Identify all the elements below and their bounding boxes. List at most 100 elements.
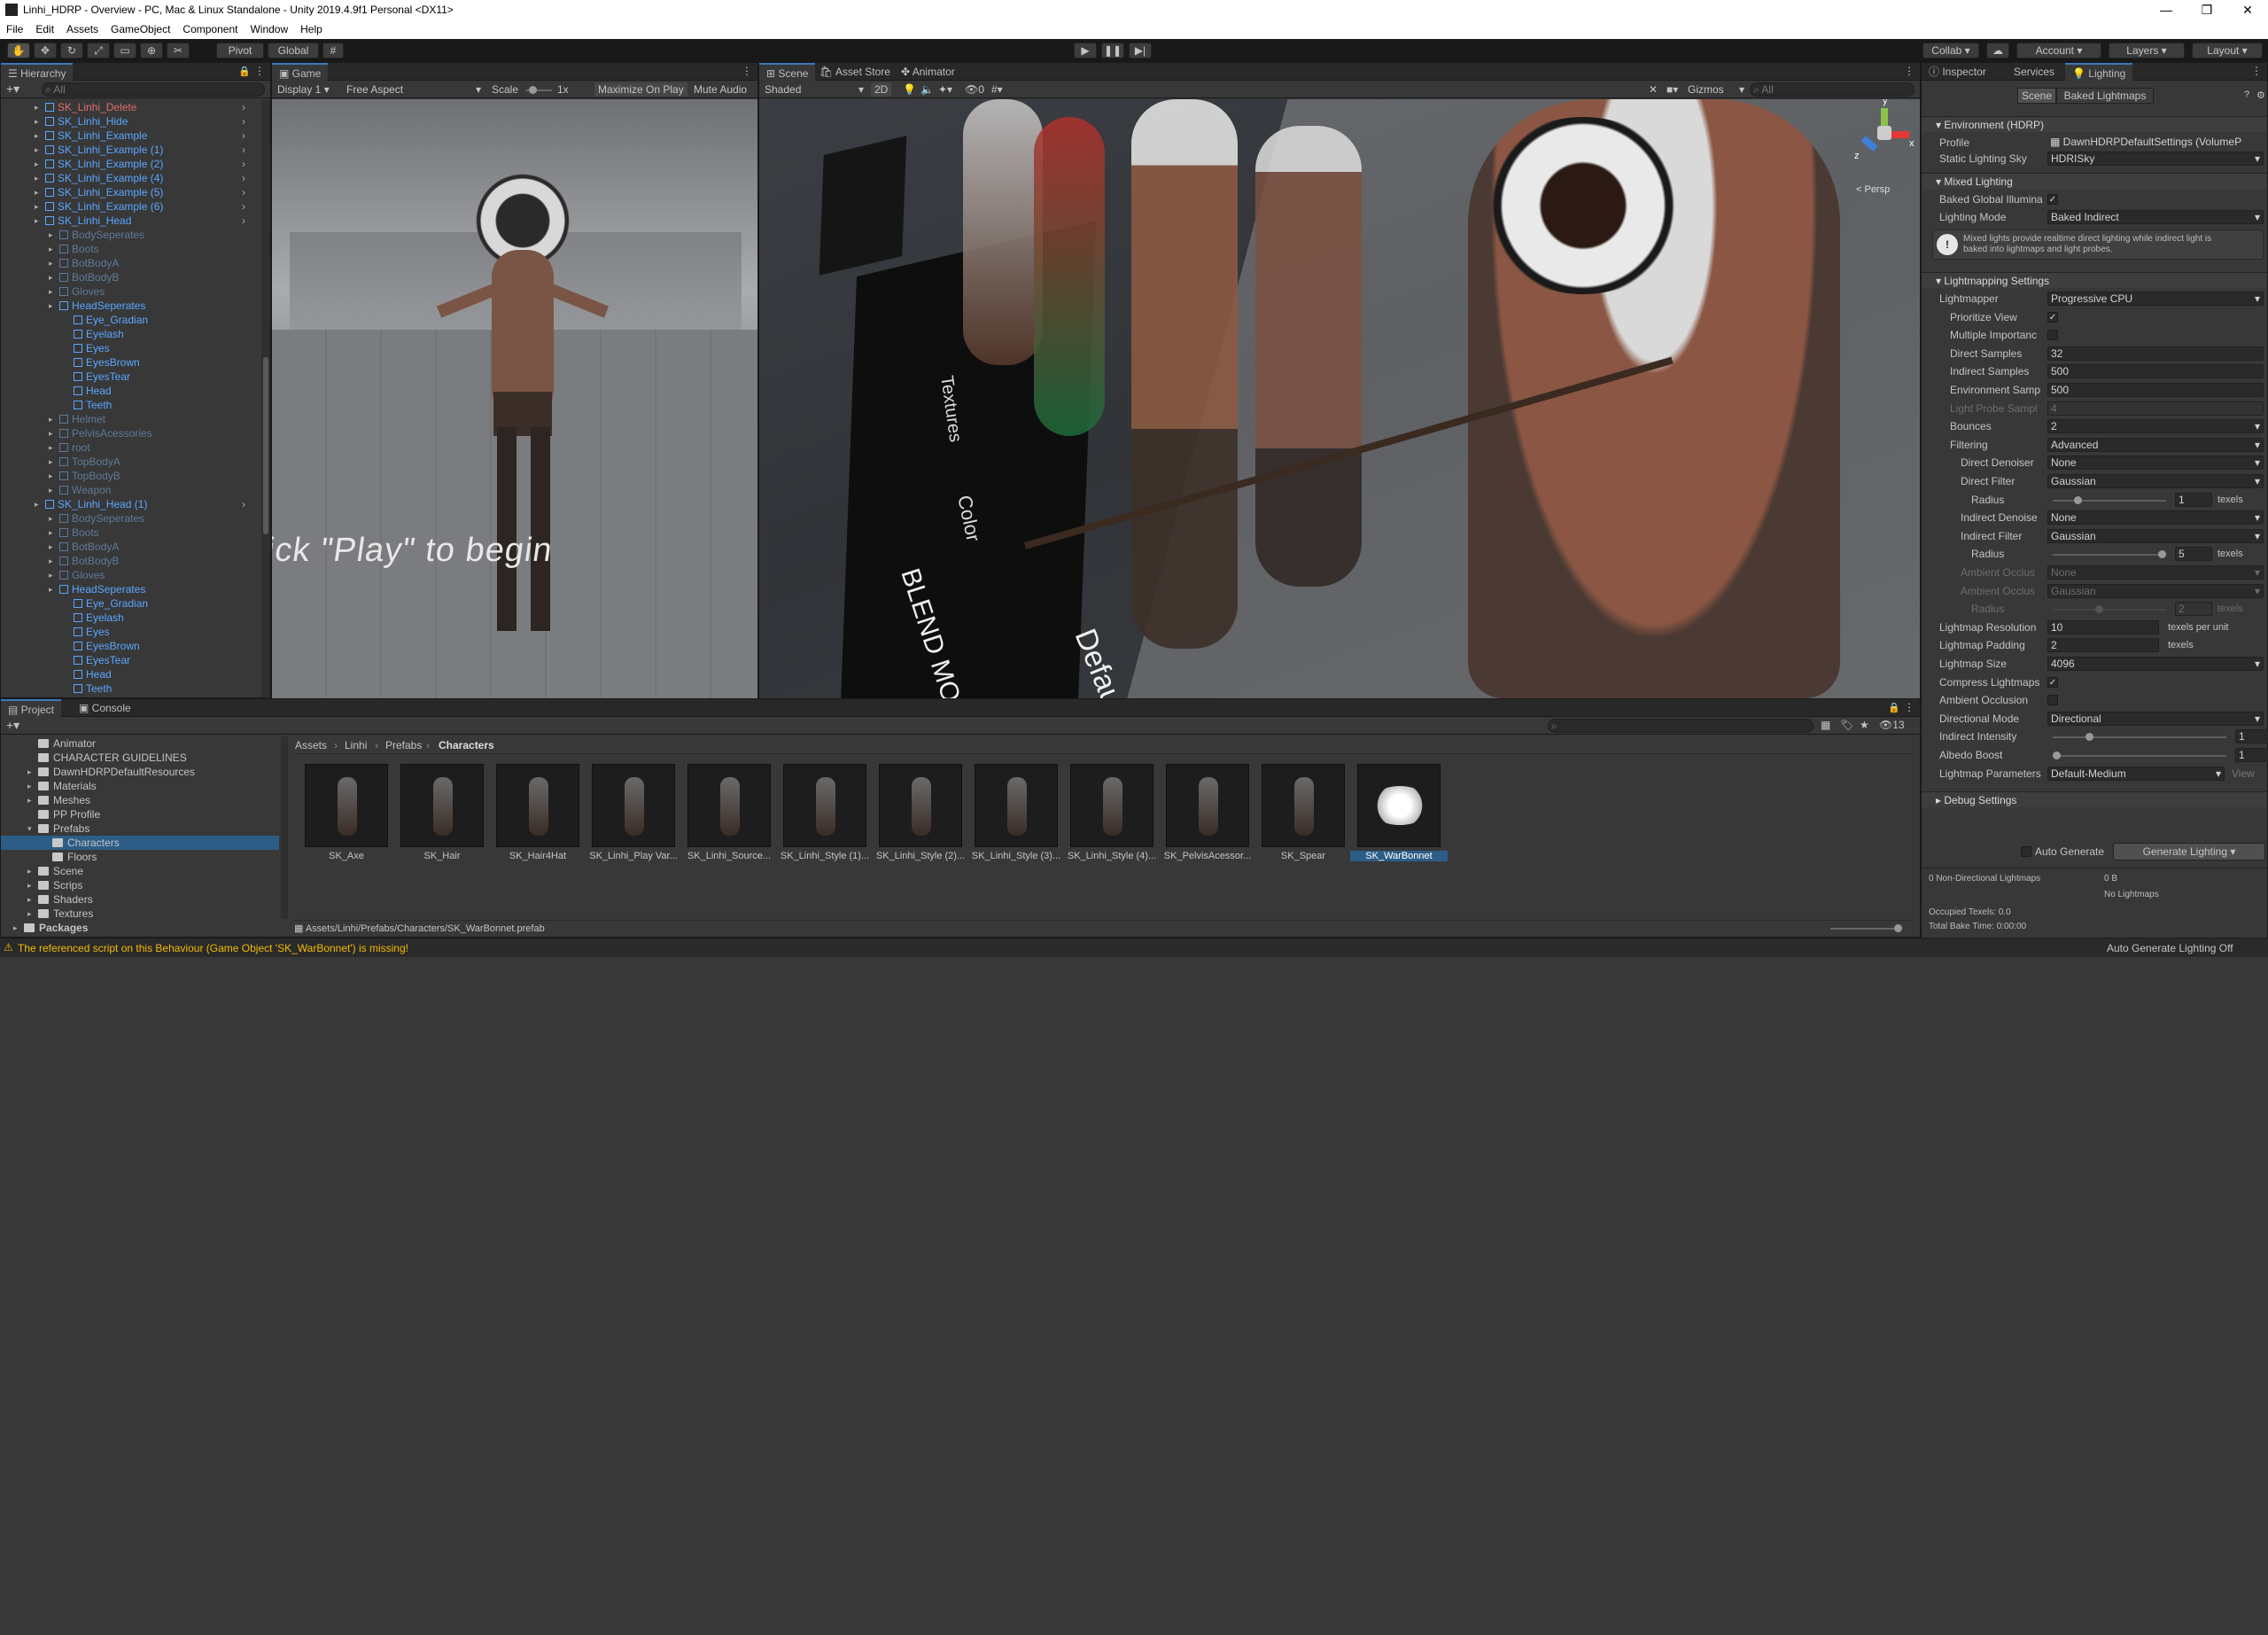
maximize-icon[interactable]: ❐ [2186,0,2227,19]
asset-thumbnail[interactable] [1166,764,1249,847]
mute-audio-toggle[interactable]: Mute Audio [694,82,747,97]
asset-thumbnail[interactable] [975,764,1058,847]
hierarchy-item[interactable]: EyesTear [1,370,258,384]
folder-item[interactable]: ▸ Meshes [1,793,279,807]
setting-slider[interactable] [2053,733,2226,742]
hierarchy-item[interactable]: ▸ Gloves [1,568,258,582]
thumbnail-size-knob[interactable] [1894,924,1902,932]
hierarchy-item[interactable]: Teeth [1,681,258,696]
menu-component[interactable]: Component [176,23,244,35]
hierarchy-item[interactable]: ▸ SK_Linhi_Head › [1,214,258,228]
expand-arrow-icon[interactable]: ▸ [49,526,58,540]
setting-input[interactable]: 500 [2047,383,2264,397]
folder-tree-scrollbar[interactable] [281,736,288,919]
setting-checkbox[interactable]: ✓ [2047,311,2058,323]
setting-input[interactable]: 4 [2047,401,2264,416]
setting-dropdown[interactable]: Gaussian ▾ [2047,474,2264,488]
hierarchy-item[interactable]: ▸ BodySeperates [1,228,258,242]
play-icon[interactable]: ▶ [1074,43,1097,58]
folder-item[interactable]: ▸ Shaders [1,892,279,907]
folder-item[interactable]: CHARACTER GUIDELINES [1,751,279,765]
breadcrumb-prefabs[interactable]: Prefabs [385,738,422,752]
expand-arrow-icon[interactable]: ▸ [27,779,36,793]
hierarchy-item[interactable]: EyesTear [1,653,258,667]
tab-game[interactable]: ▣ Game [272,63,329,81]
hierarchy-item[interactable]: ▸ SK_Linhi_Example (4) › [1,171,258,185]
expand-arrow-icon[interactable]: ▾ [27,821,36,836]
asset-thumbnail[interactable] [783,764,866,847]
tab-inspector[interactable]: ⓘ Inspector [1922,63,1993,81]
expand-arrow-icon[interactable]: ▸ [49,554,58,568]
asset-thumbnail[interactable] [592,764,675,847]
slider-value-input[interactable]: 1 [2175,492,2212,507]
hierarchy-item[interactable]: ▸ SK_Linhi_Example (6) › [1,199,258,214]
mixed-section-header[interactable]: ▾ Mixed Lighting [1922,173,2267,189]
setting-dropdown[interactable]: None ▾ [2047,455,2264,471]
folder-item[interactable]: ▸ Textures [1,907,279,921]
slider-knob[interactable] [2085,733,2094,742]
expand-arrow-icon[interactable]: ▸ [49,540,58,554]
setting-dropdown[interactable]: Progressive CPU ▾ [2047,292,2264,306]
tab-services[interactable]: Services [2007,63,2062,81]
2d-toggle[interactable]: 2D [871,82,892,97]
slider-knob[interactable] [2158,550,2166,559]
menu-edit[interactable]: Edit [29,23,60,35]
asset-thumbnail[interactable] [305,764,388,847]
audio-toggle-icon[interactable]: 🔈 [920,82,934,97]
debug-section-header[interactable]: ▸ Debug Settings [1922,791,2267,807]
hierarchy-item[interactable]: ▸ SK_Linhi_Example (1) › [1,143,258,157]
global-toggle[interactable]: Global [268,43,319,58]
effects-toggle-icon[interactable]: ✦▾ [938,82,952,97]
expand-arrow-icon[interactable]: ▸ [27,765,36,779]
open-prefab-arrow-icon[interactable]: › [242,185,245,199]
hierarchy-item[interactable]: EyesBrown [1,355,258,370]
rect-tool-icon[interactable]: ▭ [113,43,136,58]
setting-dropdown[interactable]: None ▾ [2047,510,2264,526]
expand-arrow-icon[interactable]: ▸ [27,907,36,921]
static-sky-dropdown[interactable]: HDRISky ▾ [2047,152,2264,166]
hand-tool-icon[interactable]: ✋ [7,43,30,58]
expand-arrow-icon[interactable]: ▸ [49,440,58,455]
expand-arrow-icon[interactable]: ▸ [35,143,43,157]
expand-arrow-icon[interactable]: ▸ [49,582,58,596]
expand-arrow-icon[interactable]: ▸ [49,299,58,313]
custom-tool-icon[interactable]: ✂ [167,43,190,58]
persp-label[interactable]: < Persp [1856,184,1890,195]
env-section-header[interactable]: ▾ Environment (HDRP) [1922,116,2267,132]
project-menu-icon[interactable]: ⋮ [1904,701,1915,713]
hierarchy-item[interactable]: ▸ Boots [1,242,258,256]
menu-file[interactable]: File [0,23,29,35]
setting-checkbox[interactable] [2047,695,2058,706]
create-icon[interactable]: +▾ [6,82,19,97]
setting-slider[interactable] [2053,751,2226,759]
minimize-icon[interactable]: — [2146,0,2186,19]
asset-label[interactable]: SK_Linhi_Style (3)... [967,851,1065,861]
game-viewport[interactable]: ick "Play" to begin [272,99,757,698]
hierarchy-item[interactable]: Head [1,384,258,398]
settings-icon[interactable]: ⚙ [2256,90,2265,101]
expand-arrow-icon[interactable]: ▸ [27,864,36,878]
asset-thumbnail[interactable] [1357,764,1441,847]
project-create-icon[interactable]: +▾ [6,718,19,733]
asset-thumbnail[interactable] [879,764,962,847]
open-prefab-arrow-icon[interactable]: › [242,100,245,114]
hierarchy-scroll-thumb[interactable] [263,357,268,534]
filter-type-icon[interactable]: ▦ [1821,719,1830,731]
breadcrumb-characters[interactable]: Characters [439,738,494,752]
pause-icon[interactable]: ❚❚ [1101,43,1124,58]
slider-value-input[interactable]: 2 [2175,602,2212,617]
baked-gi-checkbox[interactable]: ✓ [2047,194,2058,205]
setting-slider[interactable] [2053,495,2166,504]
asset-label[interactable]: SK_Spear [1254,851,1352,861]
folder-item[interactable]: ▸ DawnHDRPDefaultResources [1,765,279,779]
folder-item[interactable]: ▸ Scrips [1,878,279,892]
gizmo-y-arrow[interactable] [1881,108,1888,126]
filter-label-icon[interactable]: 🏷 [1840,719,1853,731]
breadcrumb-linhi[interactable]: Linhi [345,738,367,752]
slider-knob[interactable] [2094,605,2103,614]
pivot-toggle[interactable]: Pivot [216,43,264,58]
hierarchy-item[interactable]: Teeth [1,398,258,412]
grid-snap-icon[interactable]: # [322,43,344,58]
asset-label[interactable]: SK_Hair4Hat [489,851,586,861]
menu-help[interactable]: Help [294,23,329,35]
